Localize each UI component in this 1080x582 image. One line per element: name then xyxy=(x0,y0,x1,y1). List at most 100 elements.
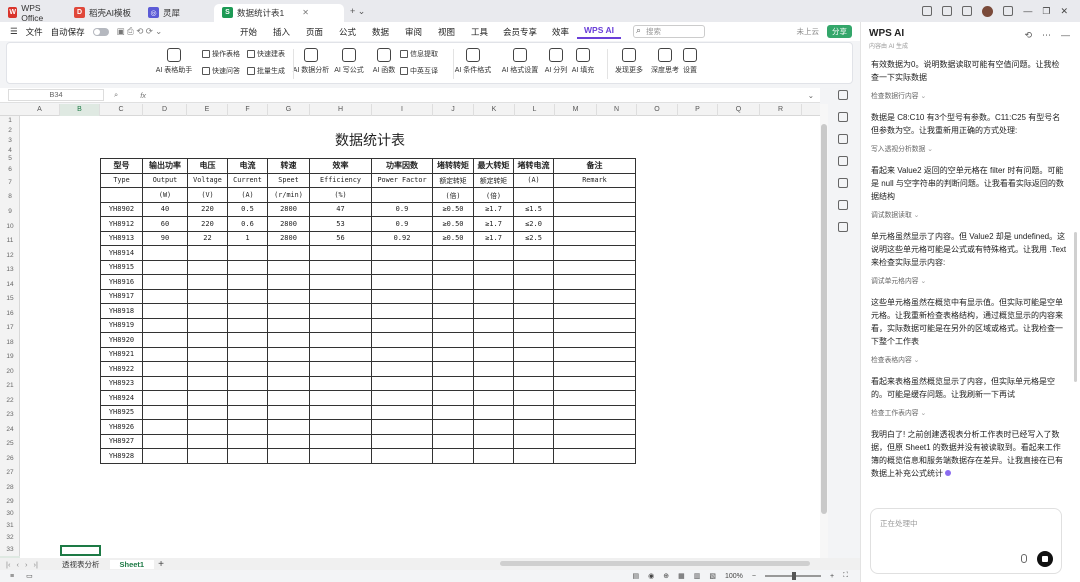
ai-step-label[interactable]: 检查工作表内容 xyxy=(871,407,1067,420)
table-cell[interactable]: 60 xyxy=(142,216,188,232)
fx-icon[interactable]: fx xyxy=(140,91,146,100)
close-icon[interactable]: ✕ xyxy=(1060,6,1068,17)
ai-fill-button[interactable]: AI 填充 xyxy=(563,48,603,75)
table-cell[interactable] xyxy=(267,317,310,333)
table-cell[interactable] xyxy=(513,288,554,304)
table-cell[interactable] xyxy=(227,303,268,319)
menu-tab[interactable]: 公式 xyxy=(331,26,364,38)
table-cell[interactable]: YH8923 xyxy=(100,375,143,391)
table-cell[interactable] xyxy=(267,274,310,290)
gear-icon[interactable] xyxy=(838,200,848,210)
table-cell[interactable] xyxy=(553,259,636,275)
table-cell[interactable] xyxy=(142,288,188,304)
ai-step-label[interactable]: 调试数据读取 xyxy=(871,209,1067,222)
table-cell[interactable]: 56 xyxy=(309,230,372,246)
table-cell[interactable] xyxy=(142,375,188,391)
table-cell[interactable] xyxy=(432,288,474,304)
table-cell[interactable]: ≥0.50 xyxy=(432,230,474,246)
eye-icon[interactable]: ◉ xyxy=(648,572,654,580)
more-icon[interactable]: ⋯ xyxy=(1042,30,1051,41)
row-header-cell[interactable]: 15 xyxy=(0,292,20,306)
table-cell[interactable] xyxy=(432,317,474,333)
column-header-cell[interactable]: E xyxy=(187,104,228,116)
row-header-cell[interactable]: 27 xyxy=(0,466,20,480)
table-cell[interactable] xyxy=(513,433,554,449)
table-cell[interactable] xyxy=(142,448,188,464)
table-cell[interactable] xyxy=(553,187,636,203)
ai-step-label[interactable]: 检查数据行内容 xyxy=(871,90,1067,103)
table-cell[interactable] xyxy=(553,433,636,449)
table-cell[interactable] xyxy=(267,448,310,464)
table-cell[interactable] xyxy=(142,390,188,406)
table-cell[interactable] xyxy=(142,404,188,420)
ai-function-button[interactable]: AI 函数 xyxy=(364,48,404,75)
zoom-in-icon[interactable]: + xyxy=(830,573,834,580)
table-cell[interactable] xyxy=(371,303,433,319)
row-header-cell[interactable]: 9 xyxy=(0,204,20,219)
status-doc-icon[interactable]: ▭ xyxy=(14,572,33,580)
table-cell[interactable]: YH8917 xyxy=(100,288,143,304)
table-cell[interactable]: YH8927 xyxy=(100,433,143,449)
table-cell[interactable]: Efficiency xyxy=(309,172,372,188)
row-header-cell[interactable]: 30 xyxy=(0,508,20,520)
table-cell[interactable]: Voltage xyxy=(187,172,228,188)
expand-icon[interactable]: ⌄ xyxy=(808,91,814,100)
filter-icon[interactable] xyxy=(838,178,848,188)
row-header-cell[interactable]: 23 xyxy=(0,408,20,422)
table-cell[interactable] xyxy=(309,390,372,406)
table-cell[interactable] xyxy=(267,259,310,275)
table-cell[interactable] xyxy=(473,303,514,319)
column-header-cell[interactable]: M xyxy=(555,104,597,116)
table-cell[interactable] xyxy=(267,361,310,377)
column-header-cell[interactable]: G xyxy=(268,104,310,116)
table-cell[interactable] xyxy=(371,317,433,333)
table-cell[interactable]: Speet xyxy=(267,172,310,188)
table-cell[interactable] xyxy=(187,390,228,406)
row-header-cell[interactable]: 1 xyxy=(0,116,20,126)
status-menu-icon[interactable]: ≡ xyxy=(0,573,14,580)
row-header-cell[interactable]: 33 xyxy=(0,544,20,556)
history-icon[interactable]: ⟲ xyxy=(1024,30,1032,41)
table-cell[interactable] xyxy=(309,375,372,391)
table-cell[interactable] xyxy=(513,404,554,420)
table-cell[interactable] xyxy=(371,274,433,290)
table-cell[interactable] xyxy=(227,288,268,304)
table-cell[interactable]: 0.92 xyxy=(371,230,433,246)
table-cell[interactable] xyxy=(309,346,372,362)
row-header-cell[interactable]: 5 xyxy=(0,155,20,163)
table-cell[interactable] xyxy=(142,245,188,261)
row-header-cell[interactable]: 18 xyxy=(0,335,20,350)
table-cell[interactable] xyxy=(553,346,636,362)
row-header-cell[interactable]: 24 xyxy=(0,422,20,437)
info-extract-button[interactable]: 信息提取 xyxy=(400,49,438,59)
menu-tab[interactable]: 插入 xyxy=(265,26,298,38)
stop-button[interactable] xyxy=(1037,551,1053,567)
table-cell[interactable]: 40 xyxy=(142,201,188,217)
table-cell[interactable]: YH8916 xyxy=(100,274,143,290)
zoom-slider[interactable] xyxy=(765,572,821,580)
table-cell[interactable] xyxy=(309,274,372,290)
table-cell[interactable] xyxy=(513,390,554,406)
fullscreen-icon[interactable]: ⛶ xyxy=(843,572,848,580)
layout-mode-icon[interactable]: ⊕ xyxy=(663,572,669,580)
table-cell[interactable]: ≥0.50 xyxy=(432,216,474,232)
style-icon[interactable] xyxy=(838,156,848,166)
table-cell[interactable]: YH8913 xyxy=(100,230,143,246)
table-cell[interactable] xyxy=(553,230,636,246)
table-cell[interactable] xyxy=(309,361,372,377)
table-cell[interactable]: YH8920 xyxy=(100,332,143,348)
table-cell[interactable] xyxy=(142,317,188,333)
table-cell[interactable] xyxy=(432,303,474,319)
share-button[interactable]: 分享 xyxy=(827,25,852,38)
table-cell[interactable]: ≥1.7 xyxy=(473,201,514,217)
cloud-status[interactable]: 未上云 xyxy=(797,26,820,37)
row-header-cell[interactable]: 29 xyxy=(0,496,20,508)
quick-table-button[interactable]: 快速建表 xyxy=(247,49,285,59)
table-cell[interactable] xyxy=(473,259,514,275)
table-cell[interactable] xyxy=(473,346,514,362)
table-cell[interactable] xyxy=(473,375,514,391)
ai-table-assistant-button[interactable]: AI 表格助手 xyxy=(154,48,194,75)
table-cell[interactable]: ≥1.7 xyxy=(473,230,514,246)
table-cell[interactable]: 0.9 xyxy=(371,216,433,232)
table-cell[interactable] xyxy=(473,433,514,449)
